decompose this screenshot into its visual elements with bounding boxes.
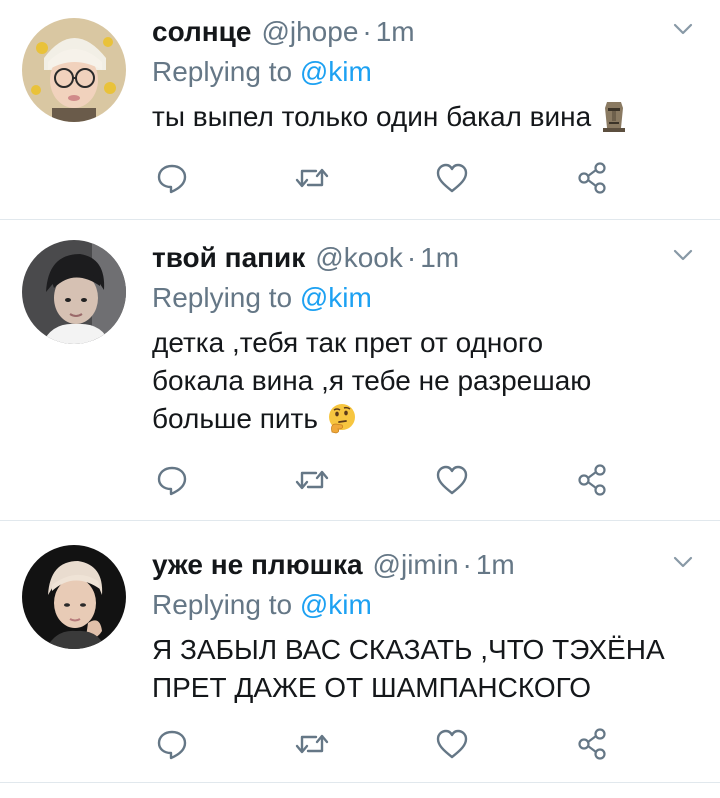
- reply-mention-link[interactable]: @kim: [300, 282, 372, 313]
- reply-mention-link[interactable]: @kim: [300, 589, 372, 620]
- share-icon[interactable]: [572, 158, 612, 198]
- tweet[interactable]: солнце @jhope · 1m Replying to @kim ты в…: [0, 0, 720, 220]
- heart-icon[interactable]: [432, 158, 472, 198]
- reply-icon[interactable]: [152, 460, 192, 500]
- heart-icon[interactable]: [432, 460, 472, 500]
- user-handle[interactable]: @jimin: [373, 549, 459, 581]
- retweet-icon[interactable]: [292, 460, 332, 500]
- avatar[interactable]: [22, 18, 126, 122]
- share-icon[interactable]: [572, 724, 612, 764]
- user-handle[interactable]: @jhope: [261, 16, 358, 48]
- tweet-header: твой папик @kook · 1m: [152, 238, 690, 278]
- avatar[interactable]: [22, 545, 126, 649]
- tweet-text-line: бокала вина ,я тебе не разрешаю: [152, 365, 592, 396]
- chevron-down-icon[interactable]: [670, 549, 696, 575]
- chevron-down-icon[interactable]: [670, 16, 696, 42]
- tweet-actions: [152, 460, 612, 500]
- replying-to-label: Replying to: [152, 282, 293, 313]
- share-icon[interactable]: [572, 460, 612, 500]
- moai-icon: [603, 102, 625, 132]
- tweet-text-line: ПРЕТ ДАЖЕ ОТ ШАМПАНСКОГО: [152, 672, 592, 703]
- tweet-text-line: Я ЗАБЫЛ ВАС СКАЗАТЬ ,ЧТО ТЭХЁНА: [152, 634, 665, 665]
- tweet-text: ты выпел только один бакал вина: [152, 98, 690, 136]
- retweet-icon[interactable]: [292, 724, 332, 764]
- heart-icon[interactable]: [432, 724, 472, 764]
- tweet-actions: [152, 158, 612, 198]
- tweet[interactable]: твой папик @kook · 1m Replying to @kim д…: [0, 220, 720, 521]
- replying-to: Replying to @kim: [152, 278, 690, 318]
- chevron-down-icon[interactable]: [670, 242, 696, 268]
- tweet-header: уже не плюшка @jimin · 1m: [152, 545, 690, 585]
- thinking-face-icon: [328, 404, 355, 434]
- user-handle[interactable]: @kook: [315, 242, 403, 274]
- timestamp[interactable]: 1m: [376, 16, 415, 48]
- tweet-header: солнце @jhope · 1m: [152, 12, 690, 52]
- replying-to: Replying to @kim: [152, 585, 690, 625]
- separator-dot: ·: [462, 549, 472, 580]
- replying-to: Replying to @kim: [152, 52, 690, 92]
- tweet-text: Я ЗАБЫЛ ВАС СКАЗАТЬ ,ЧТО ТЭХЁНА ПРЕТ ДАЖ…: [152, 631, 690, 707]
- replying-to-label: Replying to: [152, 589, 293, 620]
- tweet-text: детка ,тебя так прет от одного бокала ви…: [152, 324, 690, 438]
- display-name[interactable]: солнце: [152, 16, 251, 48]
- avatar[interactable]: [22, 240, 126, 344]
- timestamp[interactable]: 1m: [476, 549, 515, 581]
- tweet[interactable]: уже не плюшка @jimin · 1m Replying to @k…: [0, 521, 720, 783]
- reply-icon[interactable]: [152, 724, 192, 764]
- tweet-text-line: больше пить: [152, 403, 318, 434]
- timestamp[interactable]: 1m: [420, 242, 459, 274]
- retweet-icon[interactable]: [292, 158, 332, 198]
- separator-dot: ·: [362, 16, 372, 47]
- separator-dot: ·: [406, 242, 417, 273]
- reply-mention-link[interactable]: @kim: [300, 56, 372, 87]
- tweet-text-line: детка ,тебя так прет от одного: [152, 327, 544, 358]
- reply-icon[interactable]: [152, 158, 192, 198]
- tweet-text-line: ты выпел только один бакал вина: [152, 101, 592, 132]
- display-name[interactable]: уже не плюшка: [152, 549, 363, 581]
- tweet-actions: [152, 724, 612, 764]
- replying-to-label: Replying to: [152, 56, 293, 87]
- display-name[interactable]: твой папик: [152, 242, 305, 274]
